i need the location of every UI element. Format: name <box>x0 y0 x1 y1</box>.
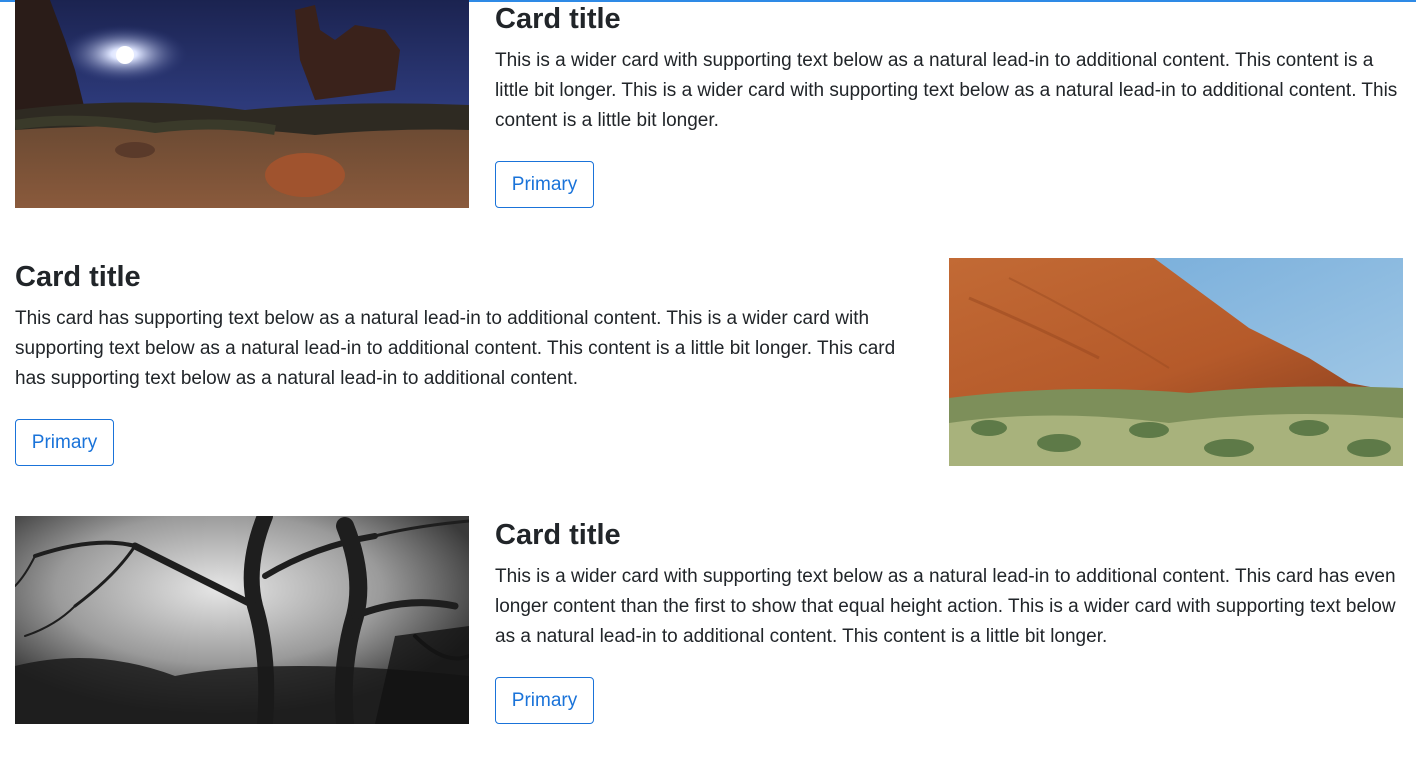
card-1-body: Card title This is a wider card with sup… <box>495 0 1400 208</box>
card-1-image <box>15 0 469 208</box>
card-2-image <box>949 258 1403 466</box>
card-3-primary-button[interactable]: Primary <box>495 677 594 724</box>
card-2-body: Card title This card has supporting text… <box>15 258 920 466</box>
card-1: Card title This is a wider card with sup… <box>15 0 1403 208</box>
card-1-text: This is a wider card with supporting tex… <box>495 50 1398 131</box>
card-2-text: This card has supporting text below as a… <box>15 308 896 389</box>
card-3-body: Card title This is a wider card with sup… <box>495 516 1400 724</box>
card-3-text: This is a wider card with supporting tex… <box>495 566 1396 647</box>
card-1-primary-button[interactable]: Primary <box>495 161 594 208</box>
card-2: Card title This card has supporting text… <box>15 258 1403 466</box>
card-3-title: Card title <box>495 519 621 551</box>
card-1-title: Card title <box>495 3 621 35</box>
card-2-primary-button[interactable]: Primary <box>15 419 114 466</box>
card-3-image <box>15 516 469 724</box>
card-2-title: Card title <box>15 261 141 293</box>
card-3: Card title This is a wider card with sup… <box>15 516 1403 724</box>
